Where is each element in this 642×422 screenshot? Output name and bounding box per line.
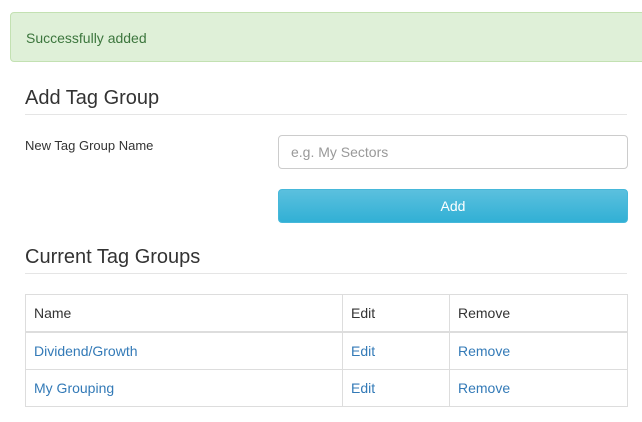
success-alert: Successfully added — [10, 12, 642, 62]
tag-group-name-link[interactable]: Dividend/Growth — [34, 343, 138, 359]
add-button[interactable]: Add — [278, 189, 628, 223]
tag-group-name-label: New Tag Group Name — [25, 138, 154, 153]
add-tag-group-heading: Add Tag Group — [25, 87, 160, 109]
table-row: Dividend/Growth Edit Remove — [25, 331, 628, 370]
remove-link[interactable]: Remove — [458, 343, 510, 359]
table-cell: Dividend/Growth — [25, 331, 343, 370]
table-cell: Remove — [449, 331, 628, 370]
current-tag-groups-heading: Current Tag Groups — [25, 246, 201, 268]
column-header-name: Name — [25, 294, 343, 333]
tag-groups-table: Name Edit Remove Dividend/Growth Edit Re… — [25, 294, 628, 407]
heading-divider — [25, 114, 627, 115]
alert-message: Successfully added — [26, 30, 147, 46]
table-cell: Edit — [342, 369, 450, 407]
remove-link[interactable]: Remove — [458, 380, 510, 396]
edit-link[interactable]: Edit — [351, 380, 375, 396]
table-row: My Grouping Edit Remove — [25, 369, 628, 407]
tag-group-name-input[interactable] — [278, 135, 628, 169]
table-cell: Edit — [342, 331, 450, 370]
table-cell: Remove — [449, 369, 628, 407]
heading-divider — [25, 273, 627, 274]
column-header-edit: Edit — [342, 294, 450, 333]
table-header-row: Name Edit Remove — [25, 294, 628, 333]
edit-link[interactable]: Edit — [351, 343, 375, 359]
tag-group-name-link[interactable]: My Grouping — [34, 380, 114, 396]
table-cell: My Grouping — [25, 369, 343, 407]
column-header-remove: Remove — [449, 294, 628, 333]
